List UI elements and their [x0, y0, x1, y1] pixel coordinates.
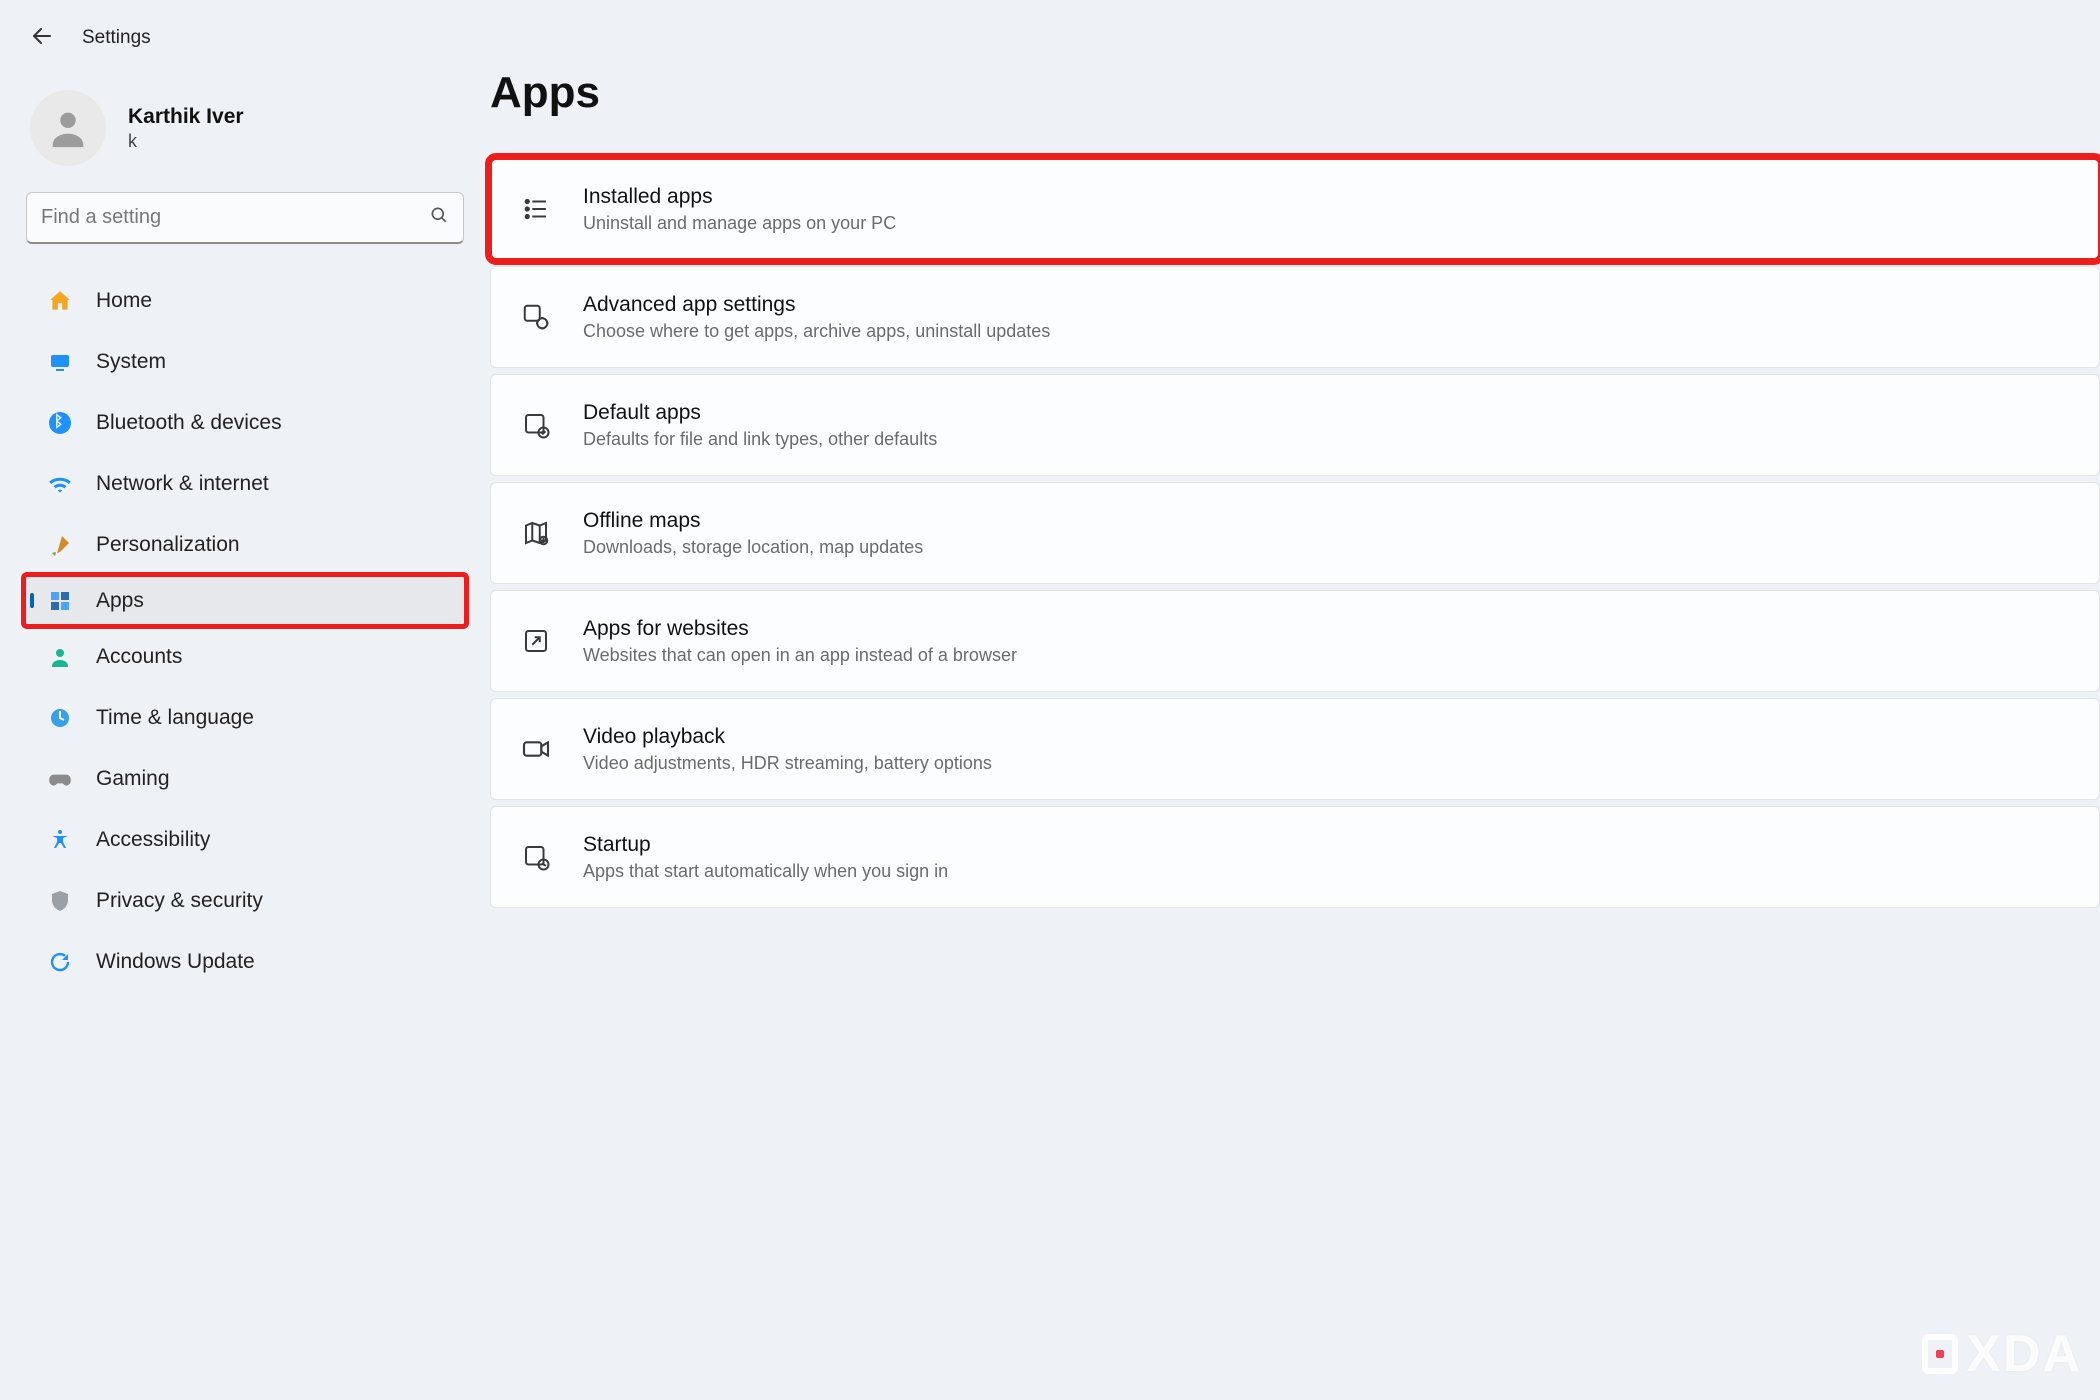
startup-icon [517, 838, 555, 876]
sidebar-nav: Home System Bluetooth & devices Network … [24, 272, 466, 990]
card-default-apps[interactable]: Default apps Defaults for file and link … [490, 374, 2100, 476]
sidebar-item-update[interactable]: Windows Update [26, 933, 464, 990]
apps-icon [46, 587, 74, 615]
card-title: Installed apps [583, 185, 896, 209]
settings-list: Installed apps Uninstall and manage apps… [490, 158, 2100, 908]
search-input[interactable] [41, 206, 429, 229]
sidebar-item-personalization[interactable]: Personalization [26, 516, 464, 573]
default-apps-icon [517, 406, 555, 444]
card-startup[interactable]: Startup Apps that start automatically wh… [490, 806, 2100, 908]
open-external-icon [517, 622, 555, 660]
main: Apps Installed apps Uninstall and manage… [490, 0, 2100, 1400]
sidebar-item-gaming[interactable]: Gaming [26, 750, 464, 807]
watermark-text: XDA [1966, 1324, 2082, 1384]
card-title: Startup [583, 833, 948, 857]
sidebar-item-label: Home [96, 289, 152, 313]
home-icon [46, 287, 74, 315]
globe-clock-icon [46, 704, 74, 732]
brush-icon [46, 531, 74, 559]
window-title: Settings [82, 27, 151, 49]
card-offline-maps[interactable]: Offline maps Downloads, storage location… [490, 482, 2100, 584]
card-title: Advanced app settings [583, 293, 1050, 317]
profile-name: Karthik Iver [128, 105, 244, 129]
xda-logo-icon [1922, 1334, 1958, 1374]
search-icon [429, 205, 449, 231]
card-title: Offline maps [583, 509, 923, 533]
sidebar-item-apps[interactable]: Apps [21, 572, 469, 629]
card-title: Apps for websites [583, 617, 1017, 641]
sidebar-item-label: Privacy & security [96, 889, 263, 913]
accessibility-icon [46, 826, 74, 854]
wifi-icon [46, 470, 74, 498]
profile[interactable]: Karthik Iver k [24, 74, 466, 192]
card-desc: Apps that start automatically when you s… [583, 861, 948, 882]
sidebar-item-label: Accessibility [96, 828, 210, 852]
sidebar-item-label: Network & internet [96, 472, 269, 496]
bluetooth-icon [46, 409, 74, 437]
card-video-playback[interactable]: Video playback Video adjustments, HDR st… [490, 698, 2100, 800]
card-desc: Downloads, storage location, map updates [583, 537, 923, 558]
card-installed-apps[interactable]: Installed apps Uninstall and manage apps… [490, 158, 2100, 260]
card-advanced-app-settings[interactable]: Advanced app settings Choose where to ge… [490, 266, 2100, 368]
sidebar-item-system[interactable]: System [26, 333, 464, 390]
shield-icon [46, 887, 74, 915]
list-icon [517, 190, 555, 228]
avatar [30, 90, 106, 166]
sidebar-item-network[interactable]: Network & internet [26, 455, 464, 512]
sidebar-item-privacy[interactable]: Privacy & security [26, 872, 464, 929]
titlebar: Settings [24, 20, 466, 74]
sidebar-item-label: Apps [96, 589, 144, 613]
card-desc: Uninstall and manage apps on your PC [583, 213, 896, 234]
sidebar-item-label: Bluetooth & devices [96, 411, 282, 435]
card-desc: Websites that can open in an app instead… [583, 645, 1017, 666]
app-gear-icon [517, 298, 555, 336]
sidebar-item-label: Time & language [96, 706, 254, 730]
sidebar-item-label: System [96, 350, 166, 374]
search-box[interactable] [26, 192, 464, 244]
sidebar-item-label: Accounts [96, 645, 182, 669]
card-desc: Defaults for file and link types, other … [583, 429, 937, 450]
card-apps-for-websites[interactable]: Apps for websites Websites that can open… [490, 590, 2100, 692]
sidebar-item-time[interactable]: Time & language [26, 689, 464, 746]
sidebar-item-accessibility[interactable]: Accessibility [26, 811, 464, 868]
card-desc: Video adjustments, HDR streaming, batter… [583, 753, 992, 774]
gamepad-icon [46, 765, 74, 793]
person-icon [46, 643, 74, 671]
video-icon [517, 730, 555, 768]
sidebar-item-label: Windows Update [96, 950, 255, 974]
page-title: Apps [490, 68, 2100, 158]
back-icon[interactable] [30, 24, 54, 52]
card-title: Video playback [583, 725, 992, 749]
system-icon [46, 348, 74, 376]
sidebar-item-home[interactable]: Home [26, 272, 464, 329]
sidebar-item-label: Personalization [96, 533, 240, 557]
map-icon [517, 514, 555, 552]
profile-sub: k [128, 129, 244, 152]
sidebar-item-label: Gaming [96, 767, 170, 791]
sidebar-item-bluetooth[interactable]: Bluetooth & devices [26, 394, 464, 451]
card-desc: Choose where to get apps, archive apps, … [583, 321, 1050, 342]
sidebar-item-accounts[interactable]: Accounts [26, 628, 464, 685]
card-title: Default apps [583, 401, 937, 425]
update-icon [46, 948, 74, 976]
sidebar: Settings Karthik Iver k Home [0, 0, 490, 1400]
watermark-xda: XDA [1922, 1324, 2082, 1384]
